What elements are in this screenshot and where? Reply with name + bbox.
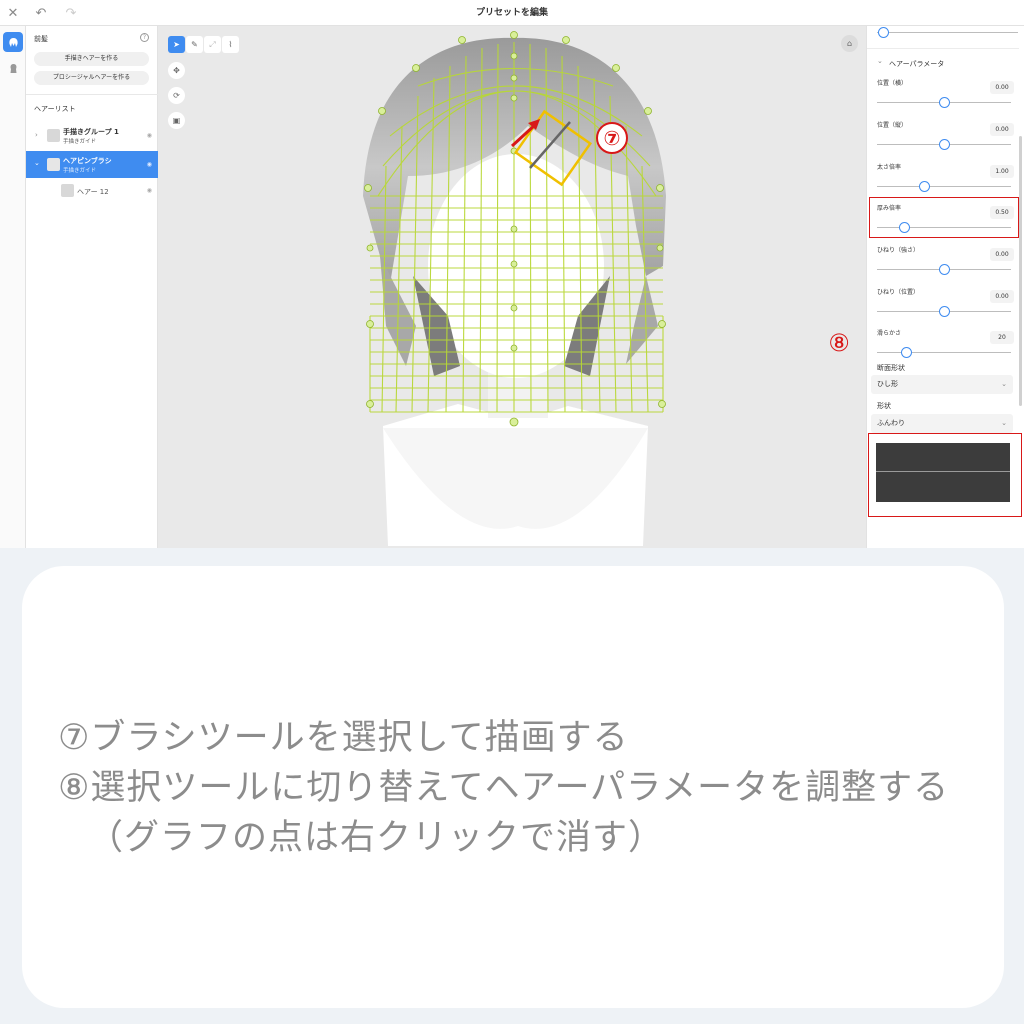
- visibility-eye-icon[interactable]: ◉: [147, 161, 152, 168]
- hair-mode-icon[interactable]: [3, 32, 23, 52]
- param-slider-knob[interactable]: [939, 264, 950, 275]
- shape-select[interactable]: ふんわり ⌄: [871, 414, 1013, 433]
- help-icon[interactable]: ?: [140, 33, 149, 42]
- pen-tool-icon[interactable]: ✎: [186, 36, 203, 53]
- param-slider-knob[interactable]: [901, 347, 913, 358]
- top-slider-knob[interactable]: [878, 27, 889, 38]
- item-name: ヘアピンブラシ: [63, 157, 112, 165]
- create-hand-hair-button[interactable]: 手描きヘアーを作る: [34, 52, 149, 66]
- window-title: プリセットを編集: [475, 8, 548, 18]
- param-value-field[interactable]: 20: [990, 331, 1014, 344]
- rotate-view-icon[interactable]: ⟳: [168, 87, 185, 104]
- thickness-highlight-box: [869, 197, 1019, 238]
- top-slider-track: [877, 32, 1018, 33]
- param-label: ひねり（位置）: [877, 289, 920, 296]
- param-value-field[interactable]: 0.00: [990, 123, 1014, 136]
- instruction-line-1: ⑦ブラシツールを選択して描画する: [58, 718, 629, 758]
- chevron-right-icon[interactable]: ›: [35, 131, 38, 139]
- visibility-eye-icon[interactable]: ◉: [147, 187, 152, 194]
- divider: [26, 94, 158, 95]
- param-label: 滑らかさ: [877, 330, 902, 337]
- param-value-field[interactable]: 0.00: [990, 290, 1014, 303]
- 3d-viewport[interactable]: ⑦ ➤ ✎ ⤢ ⌇ ✥ ⟳ ▣ ⌂: [158, 26, 866, 548]
- param-label: 位置（縦）: [877, 122, 908, 129]
- hair-list-label: ヘアーリスト: [34, 105, 76, 113]
- annotation-7: ⑦: [603, 126, 621, 150]
- section-title: 前髪: [34, 35, 48, 43]
- cross-section-value: ひし形: [877, 380, 898, 388]
- hair-list-item-selected[interactable]: ⌄ ヘアピンブラシ 手描きガイド ◉: [26, 151, 158, 178]
- hair-list-item[interactable]: › 手描きグループ 1 手描きガイド ◉: [26, 122, 158, 149]
- hair-parameters-panel: ⌄ ヘアーパラメータ 位置（横） 0.00 位置（縦） 0.00 太さ倍率 1.00 厚み倍…: [828, 26, 1024, 548]
- item-subtitle: 手描きガイド: [63, 139, 97, 145]
- zoom-view-icon[interactable]: ▣: [168, 112, 185, 129]
- param-slider-knob[interactable]: [939, 97, 950, 108]
- hair-sidebar: 前髪 ? 手描きヘアーを作る プロシージャルヘアーを作る ヘアーリスト › 手描…: [26, 26, 158, 548]
- param-label: 位置（横）: [877, 80, 908, 87]
- param-slider-knob[interactable]: [939, 139, 950, 150]
- icon-rail: [0, 26, 26, 548]
- create-procedural-hair-button[interactable]: プロシージャルヘアーを作る: [34, 71, 149, 85]
- param-value-field[interactable]: 0.00: [990, 248, 1014, 261]
- brush-thumbnail: [47, 158, 60, 171]
- instruction-line-2: ⑧選択ツールに切り替えてヘアーパラメータを調整する: [58, 768, 950, 808]
- item-subtitle: 手描きガイド: [63, 168, 97, 174]
- hair-thumbnail: [61, 184, 74, 197]
- param-row: 太さ倍率 1.00: [867, 158, 1017, 199]
- param-value-field[interactable]: 0.00: [990, 81, 1014, 94]
- title-bar: ✕ ↶ ↷ プリセットを編集: [0, 0, 1024, 26]
- chevron-down-icon[interactable]: ⌄: [34, 159, 40, 167]
- param-slider-track[interactable]: [877, 186, 1011, 187]
- cross-section-select[interactable]: ひし形 ⌄: [871, 375, 1013, 394]
- hair-list-subitem[interactable]: ヘアー 12 ◉: [26, 180, 158, 207]
- param-row: 位置（縦） 0.00: [867, 116, 1017, 157]
- chevron-down-icon: ⌄: [1001, 419, 1007, 427]
- hair-graph-editor[interactable]: [876, 443, 1010, 502]
- param-row: 位置（横） 0.00: [867, 74, 1017, 115]
- param-slider-knob[interactable]: [939, 306, 950, 317]
- chevron-down-icon: ⌄: [1001, 380, 1007, 388]
- cross-section-label: 断面形状: [877, 364, 905, 372]
- shape-value: ふんわり: [877, 419, 905, 427]
- annotation-8: ⑧: [828, 329, 850, 357]
- connect-tool-icon[interactable]: ⤢: [204, 36, 221, 53]
- group-thumbnail: [47, 129, 60, 142]
- param-row: ひねり（位置） 0.00: [867, 283, 1017, 324]
- instruction-line-3: （グラフの点は右クリックで消す）: [88, 818, 665, 858]
- param-slider-knob[interactable]: [918, 181, 930, 192]
- params-section-title: ヘアーパラメータ: [889, 60, 945, 68]
- param-slider-track[interactable]: [877, 352, 1011, 353]
- param-label: 太さ倍率: [877, 164, 902, 171]
- graph-midline: [876, 471, 1010, 472]
- shape-label: 形状: [877, 402, 891, 410]
- visibility-eye-icon[interactable]: ◉: [147, 132, 152, 139]
- select-tool-icon[interactable]: ➤: [168, 36, 185, 53]
- param-label: ひねり（強さ）: [877, 247, 920, 254]
- divider: [867, 48, 1019, 49]
- param-row: ひねり（強さ） 0.00: [867, 241, 1017, 282]
- param-row: 滑らかさ 20: [867, 324, 1017, 365]
- model-canvas: [363, 31, 666, 546]
- item-name: ヘアー 12: [77, 188, 109, 196]
- model-preview-icon[interactable]: ⌂: [841, 35, 858, 52]
- item-name: 手描きグループ 1: [63, 128, 119, 136]
- instruction-card: ⑦ブラシツールを選択して描画する ⑧選択ツールに切り替えてヘアーパラメータを調整…: [22, 566, 1004, 1008]
- move-view-icon[interactable]: ✥: [168, 62, 185, 79]
- panel-scrollbar[interactable]: [1019, 136, 1022, 406]
- body-mode-icon[interactable]: [3, 58, 23, 78]
- chevron-down-icon[interactable]: ⌄: [877, 57, 883, 65]
- graph-tool-icon[interactable]: ⌇: [222, 36, 239, 53]
- app-window: ✕ ↶ ↷ プリセットを編集 前髪 ? 手描きヘアーを作る プロシージャルヘアー…: [0, 0, 1024, 548]
- param-value-field[interactable]: 1.00: [990, 165, 1014, 178]
